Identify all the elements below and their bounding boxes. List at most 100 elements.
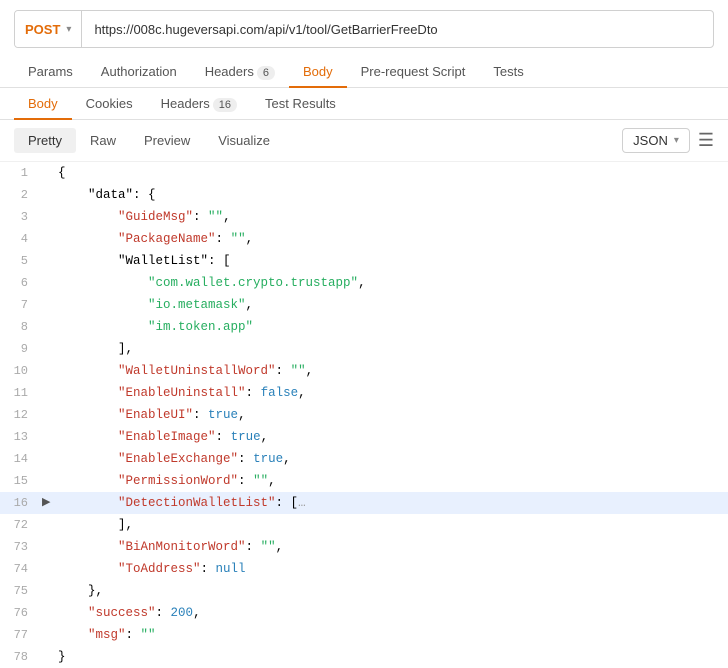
line-number: 11 [0, 382, 42, 404]
line-content: "GuideMsg": "", [58, 206, 728, 228]
tab-body-response[interactable]: Body [14, 88, 72, 119]
response-headers-badge: 16 [213, 98, 237, 112]
code-line: 15 "PermissionWord": "", [0, 470, 728, 492]
code-line: 6 "com.wallet.crypto.trustapp", [0, 272, 728, 294]
line-number: 78 [0, 646, 42, 668]
tab-params[interactable]: Params [14, 56, 87, 87]
code-line: 12 "EnableUI": true, [0, 404, 728, 426]
line-number: 10 [0, 360, 42, 382]
word-wrap-icon[interactable]: ☰ [698, 130, 714, 151]
line-number: 12 [0, 404, 42, 426]
code-line: 76 "success": 200, [0, 602, 728, 624]
line-content: "EnableUI": true, [58, 404, 728, 426]
line-content: "io.metamask", [58, 294, 728, 316]
code-line: 4 "PackageName": "", [0, 228, 728, 250]
code-line: 14 "EnableExchange": true, [0, 448, 728, 470]
code-line: 16▶ "DetectionWalletList": [… [0, 492, 728, 514]
line-content: "BiAnMonitorWord": "", [58, 536, 728, 558]
line-number: 73 [0, 536, 42, 558]
format-tab-visualize[interactable]: Visualize [204, 128, 284, 153]
tab-pre-request-script[interactable]: Pre-request Script [347, 56, 480, 87]
line-content: "PermissionWord": "", [58, 470, 728, 492]
code-line: 3 "GuideMsg": "", [0, 206, 728, 228]
expand-arrow-icon[interactable]: ▶ [42, 492, 58, 514]
line-content: ], [58, 338, 728, 360]
tab-response-headers[interactable]: Headers16 [147, 88, 251, 119]
code-line: 11 "EnableUninstall": false, [0, 382, 728, 404]
line-number: 2 [0, 184, 42, 206]
line-content: "PackageName": "", [58, 228, 728, 250]
line-content: { [58, 162, 728, 184]
line-content: "WalletList": [ [58, 250, 728, 272]
code-line: 73 "BiAnMonitorWord": "", [0, 536, 728, 558]
tab-headers-label: Headers [205, 64, 254, 79]
code-line: 74 "ToAddress": null [0, 558, 728, 580]
tab-headers[interactable]: Headers6 [191, 56, 289, 87]
line-number: 5 [0, 250, 42, 272]
line-number: 7 [0, 294, 42, 316]
code-line: 8 "im.token.app" [0, 316, 728, 338]
line-number: 16 [0, 492, 42, 514]
line-content: "EnableExchange": true, [58, 448, 728, 470]
code-line: 1{ [0, 162, 728, 184]
request-tabs: Params Authorization Headers6 Body Pre-r… [0, 56, 728, 88]
language-chevron-icon: ▾ [674, 135, 679, 146]
line-content: ], [58, 514, 728, 536]
line-number: 1 [0, 162, 42, 184]
format-tab-pretty[interactable]: Pretty [14, 128, 76, 153]
language-label: JSON [633, 133, 668, 148]
tab-authorization[interactable]: Authorization [87, 56, 191, 87]
code-line: 10 "WalletUninstallWord": "", [0, 360, 728, 382]
code-line: 5 "WalletList": [ [0, 250, 728, 272]
format-options: JSON ▾ ☰ [622, 128, 714, 153]
line-number: 77 [0, 624, 42, 646]
format-tab-group: Pretty Raw Preview Visualize [14, 128, 284, 153]
line-number: 15 [0, 470, 42, 492]
line-number: 3 [0, 206, 42, 228]
code-line: 7 "io.metamask", [0, 294, 728, 316]
method-selector[interactable]: POST ▾ [15, 11, 82, 47]
language-selector[interactable]: JSON ▾ [622, 128, 690, 153]
line-number: 14 [0, 448, 42, 470]
line-number: 75 [0, 580, 42, 602]
line-number: 72 [0, 514, 42, 536]
code-line: 13 "EnableImage": true, [0, 426, 728, 448]
tab-test-results[interactable]: Test Results [251, 88, 350, 119]
format-tab-raw[interactable]: Raw [76, 128, 130, 153]
line-number: 9 [0, 338, 42, 360]
line-number: 4 [0, 228, 42, 250]
response-tabs: Body Cookies Headers16 Test Results [0, 88, 728, 120]
code-line: 72 ], [0, 514, 728, 536]
url-input[interactable]: https://008c.hugeversapi.com/api/v1/tool… [82, 22, 713, 37]
line-content: "com.wallet.crypto.trustapp", [58, 272, 728, 294]
method-label: POST [25, 22, 60, 37]
line-content: "DetectionWalletList": [… [58, 492, 728, 514]
format-tab-preview[interactable]: Preview [130, 128, 204, 153]
line-content: }, [58, 580, 728, 602]
line-number: 13 [0, 426, 42, 448]
tab-tests[interactable]: Tests [479, 56, 537, 87]
line-content: "im.token.app" [58, 316, 728, 338]
code-line: 77 "msg": "" [0, 624, 728, 646]
code-line: 2 "data": { [0, 184, 728, 206]
tab-response-headers-label: Headers [161, 96, 210, 111]
line-content: "msg": "" [58, 624, 728, 646]
line-number: 76 [0, 602, 42, 624]
headers-badge: 6 [257, 66, 275, 80]
line-content: "WalletUninstallWord": "", [58, 360, 728, 382]
code-line: 78} [0, 646, 728, 668]
line-content: "ToAddress": null [58, 558, 728, 580]
tab-cookies[interactable]: Cookies [72, 88, 147, 119]
line-number: 8 [0, 316, 42, 338]
line-content: "EnableImage": true, [58, 426, 728, 448]
tab-body[interactable]: Body [289, 56, 347, 87]
line-content: "data": { [58, 184, 728, 206]
code-line: 9 ], [0, 338, 728, 360]
line-content: "EnableUninstall": false, [58, 382, 728, 404]
format-bar: Pretty Raw Preview Visualize JSON ▾ ☰ [0, 120, 728, 162]
method-chevron-icon: ▾ [66, 24, 71, 35]
line-content: "success": 200, [58, 602, 728, 624]
line-number: 74 [0, 558, 42, 580]
line-number: 6 [0, 272, 42, 294]
line-content: } [58, 646, 728, 668]
